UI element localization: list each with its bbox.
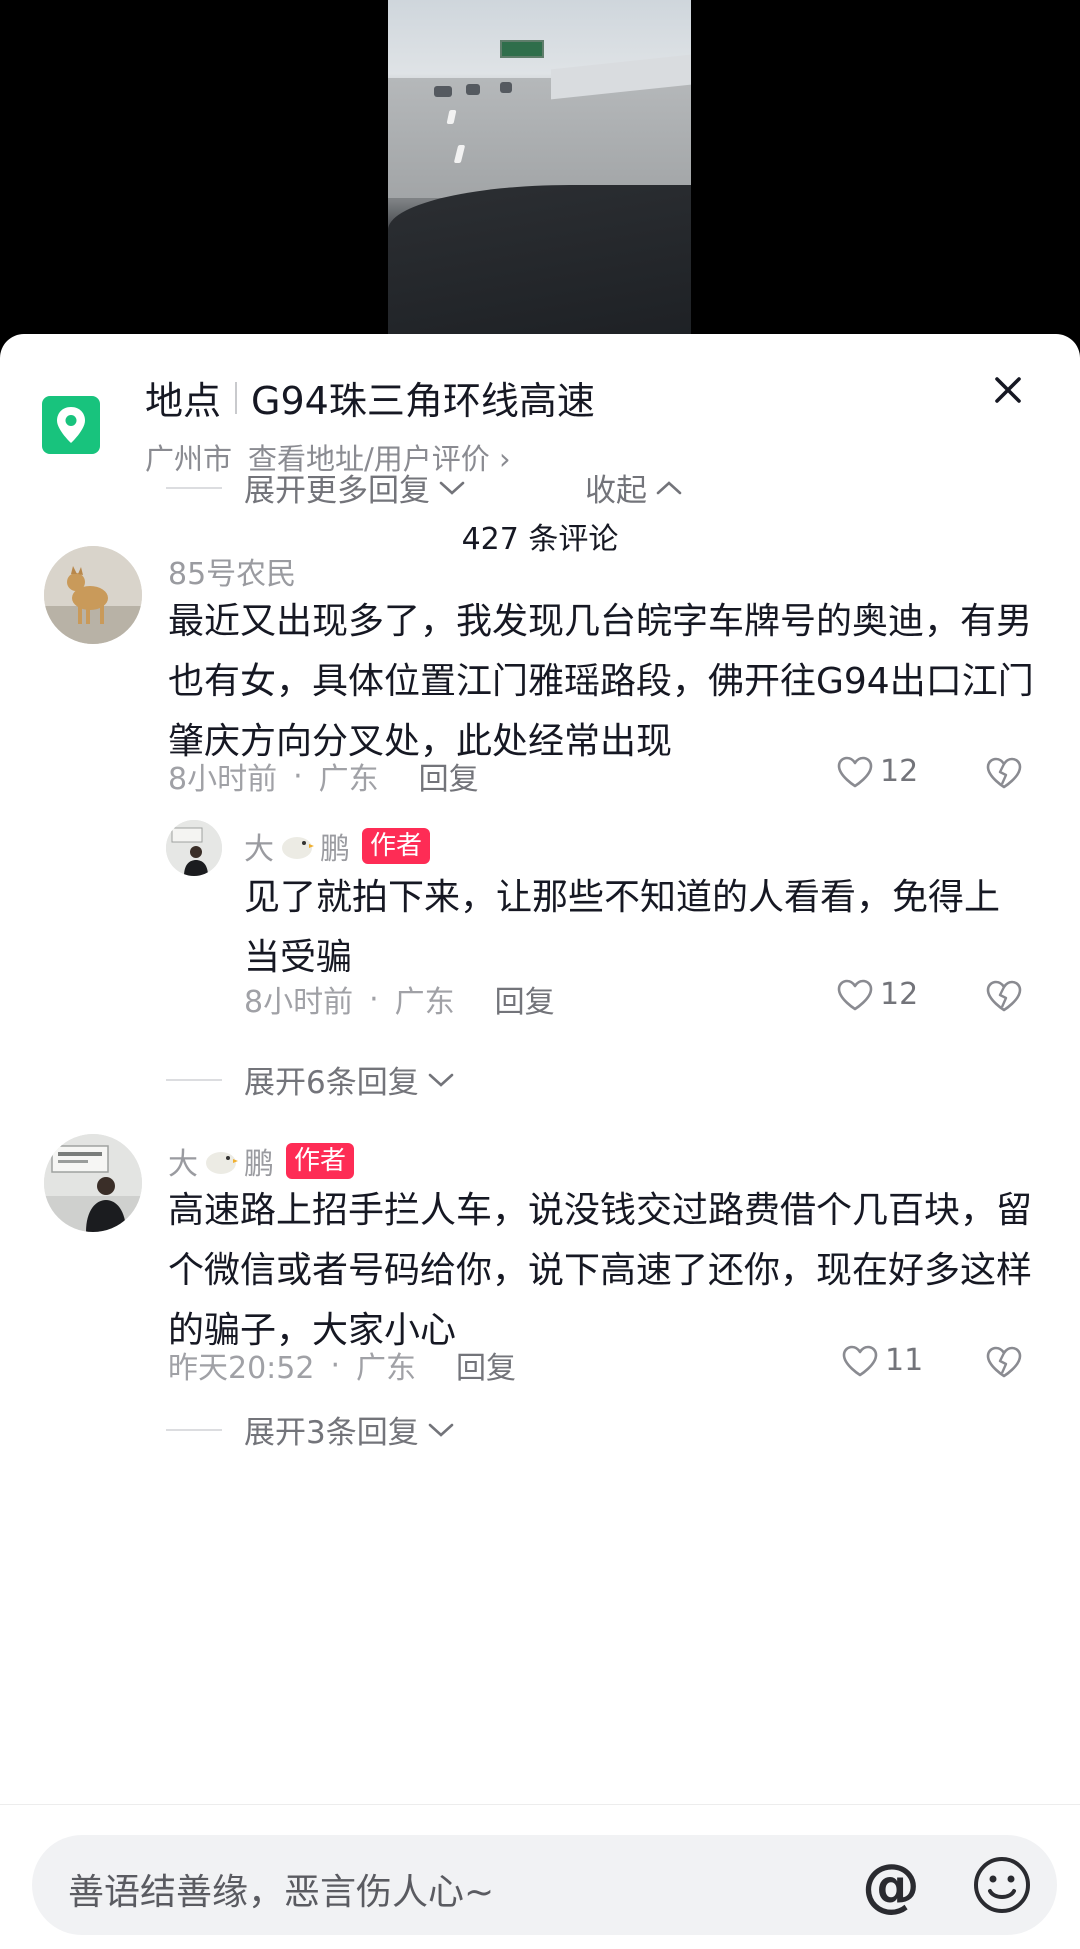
separator-dot: · [369,981,379,1017]
emoji-button[interactable] [972,1855,1032,1915]
collapse-label: 收起 [585,473,647,509]
location-title: 地点 G94珠三角环线高速 [145,370,595,425]
divider [235,381,238,414]
heart-icon [842,1345,878,1376]
dislike-button[interactable] [985,1345,1023,1383]
separator-dot: · [330,1347,341,1383]
comment-text: 高速路上招手拦人车，说没钱交过路费借个几百块，留个微信或者号码给你，说下高速了还… [168,1190,1033,1351]
avatar[interactable] [166,820,222,876]
dislike-button[interactable] [985,756,1023,794]
collapse-button[interactable]: 收起 [585,465,683,510]
username-part: 大 [244,832,274,867]
video-dashboard [388,185,691,335]
comment-username[interactable]: 85号农民 [168,549,296,593]
comment-time: 昨天20:52 [168,1351,315,1386]
close-icon [995,377,1021,403]
comment-input-placeholder: 善语结善缘，恶言伤人心~ [68,1872,495,1913]
expand-more-label: 展开更多回复 [244,473,430,509]
like-button[interactable]: 12 [836,754,918,789]
comment-meta: 昨天20:52 · 广东 回复 [168,1343,516,1387]
location-pin-icon [42,396,100,454]
broken-heart-icon [986,980,1022,1012]
video-car [466,84,480,95]
video-road-sign [500,40,544,58]
avatar[interactable] [44,1134,142,1232]
person-avatar-image [166,820,222,876]
expand-more-replies-row[interactable]: 展开更多回复 [166,465,466,510]
divider-line [166,486,222,489]
comment-count: 427 条评论 [461,522,619,557]
comment-sheet: 地点 G94珠三角环线高速 广州市 查看地址/用户评价 › 427 条评论 展开更… [0,334,1080,1949]
heart-icon [837,756,873,787]
chick-emoji-icon [202,1146,240,1176]
mention-button[interactable]: @ [862,1855,920,1915]
comment-input[interactable]: 善语结善缘，恶言伤人心~ @ [32,1835,1057,1935]
chevron-down-icon [427,1071,455,1089]
video-car [434,86,452,97]
reply-button[interactable]: 回复 [495,977,555,1021]
comment-text: 见了就拍下来，让那些不知道的人看看，免得上当受骗 [244,877,1001,978]
broken-heart-icon [986,757,1022,789]
dog-avatar-image [44,546,142,644]
comment-region: 广东 [318,762,379,797]
broken-heart-icon [986,1346,1022,1378]
comment-time: 8小时前 [168,762,278,797]
expand-replies-button[interactable]: 展开6条回复 [166,1057,455,1102]
comment-time: 8小时前 [244,985,354,1020]
dislike-button[interactable] [985,979,1023,1017]
heart-icon [837,979,873,1010]
location-name: G94珠三角环线高速 [251,379,595,423]
like-button[interactable]: 12 [836,977,918,1012]
divider-line [166,1428,222,1431]
location-header[interactable]: 地点 G94珠三角环线高速 广州市 查看地址/用户评价 › [0,334,1080,484]
video-thumbnail[interactable] [388,0,691,335]
expand-replies-label: 展开6条回复 [244,1065,419,1101]
chevron-up-icon [655,479,683,497]
close-button[interactable] [985,367,1031,413]
author-badge: 作者 [286,1143,355,1179]
username-part: 鹏 [244,1147,274,1182]
person-avatar-image [44,1134,142,1232]
reply-button[interactable]: 回复 [419,754,479,798]
author-badge: 作者 [362,828,431,864]
comment-region: 广东 [356,1351,417,1386]
like-count: 12 [880,977,919,1012]
like-count: 12 [880,754,919,789]
separator-dot: · [293,758,303,794]
expand-replies-label: 展开3条回复 [244,1415,419,1451]
location-prefix: 地点 [145,379,222,423]
comment-username[interactable]: 大 鹏 作者 [168,1139,355,1183]
comment-meta: 8小时前 · 广东 回复 [244,977,555,1021]
video-area[interactable] [0,0,1080,350]
comment-region: 广东 [394,985,455,1020]
avatar[interactable] [44,546,142,644]
username-part: 大 [168,1147,198,1182]
chevron-down-icon [438,479,466,497]
comment-input-bar: 善语结善缘，恶言伤人心~ @ [0,1804,1080,1949]
video-road [388,78,691,198]
like-count: 11 [885,1343,924,1378]
like-button[interactable]: 11 [841,1343,923,1378]
chick-emoji-icon [278,831,316,861]
emoji-icon [974,1857,1030,1913]
expand-replies-button[interactable]: 展开3条回复 [166,1407,455,1452]
comment-username[interactable]: 大 鹏 作者 [244,824,431,868]
username-part: 鹏 [320,832,350,867]
video-car [500,82,512,93]
comment-text: 最近又出现多了，我发现几台皖字车牌号的奥迪，有男也有女，具体位置江门雅瑶路段，佛… [168,601,1034,762]
chevron-down-icon [427,1421,455,1439]
reply-button[interactable]: 回复 [456,1343,516,1387]
comment-meta: 8小时前 · 广东 回复 [168,754,479,798]
divider-line [166,1078,222,1081]
